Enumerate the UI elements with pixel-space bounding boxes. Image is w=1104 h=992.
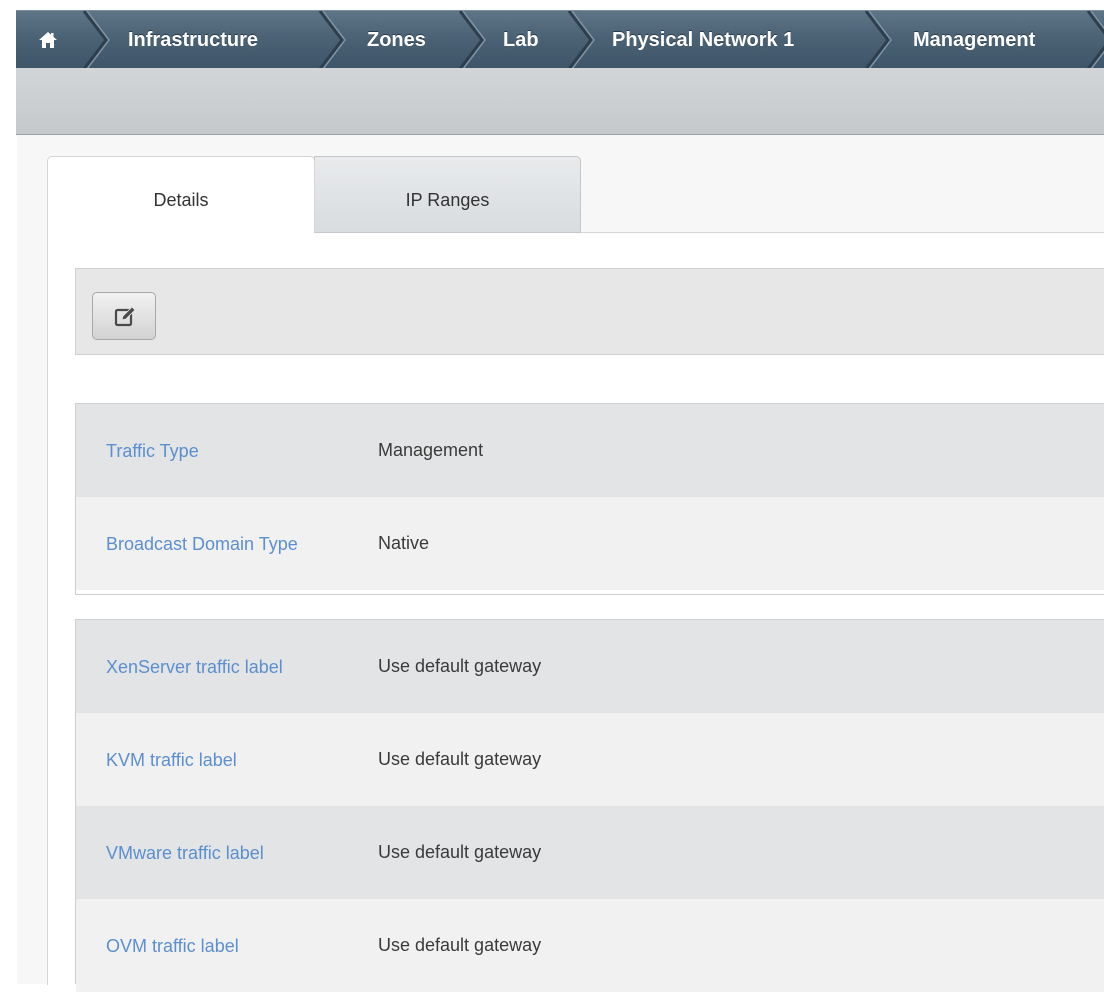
breadcrumb-item-management[interactable]: Management (913, 11, 1035, 69)
tab-details[interactable]: Details (47, 156, 315, 233)
breadcrumb-separator-icon (458, 11, 486, 69)
breadcrumb-separator-icon (1086, 11, 1104, 69)
home-icon[interactable] (38, 30, 58, 50)
detail-value: Management (378, 440, 484, 460)
breadcrumb-item-lab[interactable]: Lab (503, 11, 539, 69)
detail-row-traffic-type: Traffic Type Management (76, 404, 1104, 497)
breadcrumb-separator-icon (318, 11, 346, 69)
detail-value: Use default gateway (378, 656, 542, 676)
detail-value: Use default gateway (378, 749, 542, 769)
detail-value: Native (378, 533, 430, 553)
detail-row-ovm-label: OVM traffic label Use default gateway (76, 899, 1104, 992)
detail-group-traffic-labels: XenServer traffic label Use default gate… (75, 619, 1104, 992)
detail-label: Broadcast Domain Type (106, 533, 298, 554)
breadcrumb-separator-icon (567, 11, 595, 69)
tab-ip-ranges[interactable]: IP Ranges (314, 156, 581, 233)
toolbar (16, 68, 1104, 135)
detail-row-vmware-label: VMware traffic label Use default gateway (76, 806, 1104, 899)
detail-row-xenserver-label: XenServer traffic label Use default gate… (76, 620, 1104, 713)
breadcrumb-item-zones[interactable]: Zones (367, 11, 426, 69)
detail-label: Traffic Type (106, 440, 199, 461)
detail-label: VMware traffic label (106, 842, 264, 863)
breadcrumb-separator-icon (864, 11, 892, 69)
detail-actions (75, 268, 1104, 355)
detail-row-broadcast-domain-type: Broadcast Domain Type Native (76, 497, 1104, 590)
breadcrumb-separator-icon (82, 11, 110, 69)
edit-icon (114, 306, 136, 327)
detail-label: KVM traffic label (106, 749, 237, 770)
breadcrumb-item-infrastructure[interactable]: Infrastructure (128, 11, 258, 69)
detail-value: Use default gateway (378, 842, 542, 862)
detail-row-kvm-label: KVM traffic label Use default gateway (76, 713, 1104, 806)
detail-group-general: Traffic Type Management Broadcast Domain… (75, 403, 1104, 595)
breadcrumb: Infrastructure Zones Lab Physical Networ… (16, 10, 1104, 69)
breadcrumb-item-physical-network[interactable]: Physical Network 1 (612, 11, 794, 69)
detail-label: OVM traffic label (106, 935, 239, 956)
detail-value: Use default gateway (378, 935, 542, 955)
edit-button[interactable] (92, 292, 156, 340)
detail-label: XenServer traffic label (106, 656, 283, 677)
